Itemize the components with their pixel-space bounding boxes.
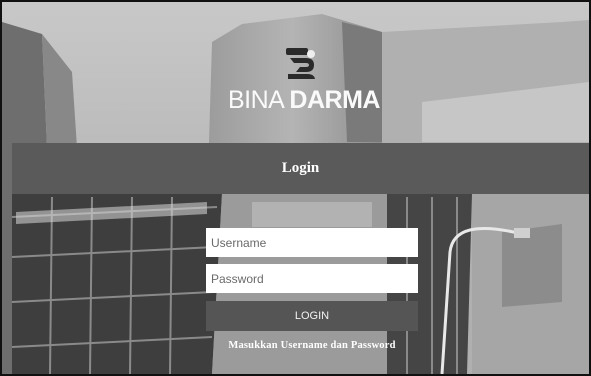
brand-logo: BINA DARMA: [228, 46, 388, 126]
password-input[interactable]: [206, 264, 418, 293]
brand-name-light: BINA: [228, 86, 290, 114]
login-button[interactable]: LOGIN: [206, 301, 418, 331]
login-page: BINA DARMA Login LOGIN Masukkan Username…: [0, 0, 591, 376]
brand-name-bold: DARMA: [289, 86, 380, 114]
login-hint-text: Masukkan Username dan Password: [228, 340, 396, 351]
login-header-bar: Login: [12, 143, 589, 194]
brand-name: BINA DARMA: [228, 86, 380, 115]
bina-darma-logo-icon: [286, 48, 315, 79]
login-title: Login: [281, 160, 320, 176]
username-input[interactable]: [206, 228, 418, 257]
